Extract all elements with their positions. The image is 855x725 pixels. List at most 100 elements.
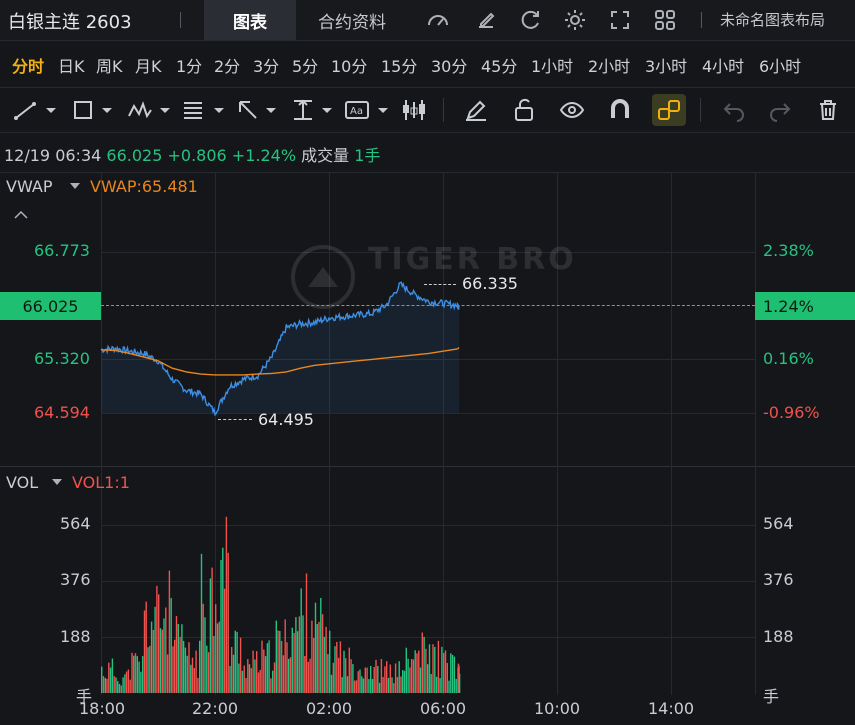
volume-bar bbox=[318, 621, 320, 693]
volume-bar bbox=[364, 667, 366, 693]
volume-bar bbox=[142, 656, 144, 693]
volume-bar bbox=[256, 651, 258, 693]
time-axis-label: 10:00 bbox=[534, 699, 581, 718]
volume-bar bbox=[293, 633, 295, 693]
volume-bar bbox=[182, 640, 185, 693]
volume-bar bbox=[307, 661, 309, 693]
volume-bar bbox=[443, 653, 445, 693]
volume-indicator-name[interactable]: VOL bbox=[6, 473, 38, 492]
time-axis-label: 02:00 bbox=[306, 699, 353, 718]
volume-bar bbox=[421, 632, 423, 693]
volume-bar bbox=[336, 641, 338, 693]
volume-bar bbox=[362, 678, 365, 693]
volume-bar bbox=[309, 658, 311, 693]
volume-bar bbox=[190, 664, 192, 693]
volume-bar bbox=[245, 678, 247, 693]
volume-bar bbox=[106, 678, 108, 693]
volume-bar bbox=[175, 616, 178, 693]
volume-bar bbox=[268, 640, 270, 693]
volume-bar bbox=[199, 640, 201, 693]
volume-bar bbox=[446, 663, 448, 693]
volume-bar bbox=[270, 678, 272, 693]
volume-bar bbox=[170, 598, 172, 693]
volume-bar bbox=[357, 671, 359, 693]
volume-bar bbox=[386, 661, 388, 693]
volume-bar bbox=[195, 650, 197, 693]
volume-bar bbox=[296, 631, 299, 693]
volume-bar bbox=[375, 659, 377, 693]
volume-bar bbox=[264, 656, 267, 693]
volume-bar bbox=[327, 654, 329, 693]
volume-bar bbox=[131, 652, 133, 693]
volume-bar bbox=[152, 629, 155, 693]
volume-bar bbox=[125, 671, 128, 693]
volume-bar bbox=[272, 670, 274, 693]
volume-bar bbox=[133, 655, 135, 693]
volume-bar bbox=[382, 677, 384, 693]
volume-bar bbox=[168, 570, 171, 693]
volume-bar bbox=[177, 623, 179, 693]
volume-bar bbox=[323, 636, 326, 693]
volume-bar bbox=[348, 647, 350, 693]
volume-bar bbox=[350, 659, 352, 693]
volume-bar bbox=[282, 655, 285, 693]
volume-bar bbox=[239, 637, 242, 693]
volume-bar bbox=[154, 606, 156, 693]
volume-bar bbox=[216, 623, 219, 693]
volume-bar bbox=[371, 678, 374, 693]
time-axis-label: 18:00 bbox=[79, 699, 126, 718]
volume-bar bbox=[275, 620, 277, 693]
volume-bar bbox=[291, 627, 293, 693]
volume-bar bbox=[439, 678, 441, 693]
high-label: 66.335 bbox=[462, 274, 518, 293]
vol-axis-label: 188 bbox=[60, 627, 91, 646]
volume-bar bbox=[368, 679, 370, 693]
volume-bar bbox=[359, 669, 361, 693]
volume-bar bbox=[104, 677, 106, 693]
volume-bar bbox=[409, 667, 411, 693]
volume-bar bbox=[288, 658, 290, 693]
volume-bar bbox=[346, 676, 349, 693]
volume-bar bbox=[451, 654, 454, 693]
volume-bar bbox=[179, 636, 181, 693]
volume-bar bbox=[188, 642, 190, 693]
volume-bar bbox=[211, 567, 213, 693]
volume-bar bbox=[193, 668, 195, 693]
volume-bar bbox=[302, 615, 304, 693]
vol-axis-label: 376 bbox=[60, 570, 91, 589]
volume-bar bbox=[334, 646, 336, 693]
volume-bar bbox=[286, 642, 288, 693]
volume-bar bbox=[339, 641, 342, 693]
volume-bar bbox=[394, 663, 397, 693]
volume-bar bbox=[410, 659, 413, 693]
volume-bar bbox=[313, 638, 315, 693]
volume-bar bbox=[232, 654, 235, 693]
volume-bar bbox=[143, 610, 146, 693]
volume-bar bbox=[398, 661, 400, 693]
volume-bar bbox=[444, 650, 447, 693]
volume-bar bbox=[403, 670, 406, 693]
volume-bar bbox=[117, 681, 119, 693]
volume-bar bbox=[370, 666, 372, 693]
volume-bar bbox=[140, 671, 142, 693]
volume-bar bbox=[101, 666, 103, 693]
dropdown-icon[interactable] bbox=[52, 479, 62, 487]
volume-bar bbox=[284, 619, 286, 693]
volume-bar bbox=[200, 553, 203, 693]
volume-bar bbox=[295, 617, 297, 693]
volume-bar bbox=[320, 598, 322, 693]
volume-bar bbox=[341, 677, 343, 693]
volume-bar bbox=[250, 668, 252, 693]
volume-bar bbox=[158, 594, 160, 693]
volume-bar bbox=[213, 635, 215, 693]
vol-axis-label: 564 bbox=[60, 514, 91, 533]
volume-bar bbox=[215, 604, 217, 693]
volume-bar bbox=[416, 653, 418, 693]
volume-bar bbox=[325, 626, 327, 693]
volume-bar bbox=[289, 657, 292, 693]
volume-bar bbox=[161, 629, 163, 693]
volume-bar bbox=[127, 669, 130, 693]
volume-bar bbox=[343, 650, 345, 693]
vol-axis-label: 188 bbox=[763, 627, 794, 646]
volume-bar bbox=[453, 656, 456, 693]
